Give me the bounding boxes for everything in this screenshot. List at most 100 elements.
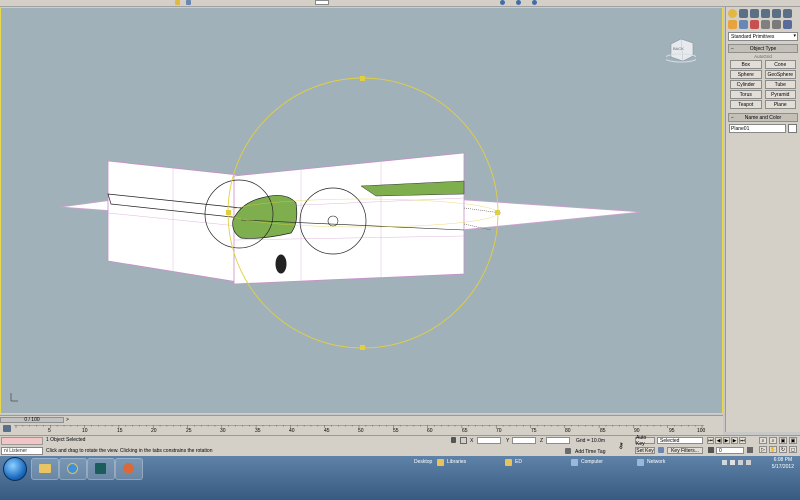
cylinder-button[interactable]: Cylinder <box>730 80 762 89</box>
autogrid-checkbox[interactable]: AutoGrid <box>726 54 800 59</box>
network-label: Network <box>647 459 666 465</box>
system-clock[interactable]: 6:08 PM 5/17/2012 <box>772 457 794 471</box>
geometry-icon[interactable] <box>728 20 737 29</box>
show-hidden-icons-icon[interactable] <box>722 460 727 465</box>
key-icon[interactable]: ⚷ <box>618 441 624 450</box>
x-coordinate-field[interactable] <box>477 437 501 444</box>
toolbar-icon[interactable] <box>516 0 521 5</box>
pyramid-button[interactable]: Pyramid <box>764 90 796 99</box>
shapes-icon[interactable] <box>739 20 748 29</box>
tube-button[interactable]: Tube <box>764 80 796 89</box>
box-button[interactable]: Box <box>730 60 762 69</box>
modify-tab-icon[interactable] <box>739 9 748 18</box>
object-color-swatch[interactable] <box>788 124 797 133</box>
flag-icon[interactable] <box>730 460 735 465</box>
go-to-start-icon[interactable]: ⏮ <box>707 437 714 444</box>
sphere-button[interactable]: Sphere <box>730 70 762 79</box>
object-name-field[interactable]: Plane01 <box>729 124 787 133</box>
zoom-extents-icon[interactable]: ▣ <box>779 437 787 444</box>
maximize-viewport-icon[interactable]: ◻ <box>789 446 797 453</box>
absolute-mode-icon[interactable] <box>460 437 467 444</box>
hierarchy-tab-icon[interactable] <box>750 9 759 18</box>
libraries-jumplist[interactable]: Libraries <box>437 456 466 468</box>
desktop-label: Desktop <box>414 459 433 465</box>
desktop-toolbar[interactable]: Desktop <box>414 456 432 468</box>
primitive-category-value: Standard Primitives <box>731 33 775 40</box>
collapse-icon: − <box>731 114 734 121</box>
volume-icon[interactable] <box>746 460 751 465</box>
perspective-viewport[interactable]: BACK <box>0 7 723 414</box>
geosphere-button[interactable]: GeoSphere <box>764 70 796 79</box>
helpers-icon[interactable] <box>772 20 781 29</box>
start-button[interactable] <box>3 457 27 481</box>
current-frame-field[interactable]: 0 <box>716 447 744 454</box>
y-coordinate-field[interactable] <box>512 437 536 444</box>
spacewarps-icon[interactable] <box>783 20 792 29</box>
tick-label: 65 <box>462 428 468 434</box>
motion-tab-icon[interactable] <box>761 9 770 18</box>
scene-svg <box>10 76 642 402</box>
add-time-tag[interactable]: Add Time Tag <box>575 449 605 455</box>
tick-label: 15 <box>117 428 123 434</box>
app-taskbar-button[interactable] <box>115 458 143 480</box>
toolbar-field[interactable] <box>315 0 329 5</box>
maxscript-listener[interactable]: ni Listener <box>1 447 43 455</box>
key-selection-dropdown[interactable]: Selected <box>657 437 703 444</box>
pan-icon[interactable]: ✋ <box>769 446 777 453</box>
ed-jumplist[interactable]: ED <box>505 456 522 468</box>
lock-icon[interactable] <box>451 437 456 443</box>
torus-button[interactable]: Torus <box>730 90 762 99</box>
tick-label: 30 <box>220 428 226 434</box>
user-folder-icon <box>505 458 512 466</box>
lights-icon[interactable] <box>750 20 759 29</box>
key-filters-button[interactable]: Key Filters... <box>667 447 703 454</box>
x-label: X <box>470 438 474 444</box>
previous-frame-icon[interactable]: ◀ <box>715 437 722 444</box>
display-tab-icon[interactable] <box>772 9 781 18</box>
toolbar-icon[interactable] <box>186 0 191 5</box>
name-color-rollout[interactable]: − Name and Color <box>728 113 798 122</box>
name-color-title: Name and Color <box>744 114 782 121</box>
tick-label: 55 <box>393 428 399 434</box>
computer-icon <box>571 458 578 466</box>
primitive-category-dropdown[interactable]: Standard Primitives ▾ <box>728 32 798 41</box>
go-to-end-icon[interactable]: ⏭ <box>739 437 746 444</box>
auto-key-button[interactable]: Auto Key <box>635 435 655 447</box>
cameras-icon[interactable] <box>761 20 770 29</box>
z-coordinate-field[interactable] <box>546 437 570 444</box>
computer-jumplist[interactable]: Computer <box>571 456 603 468</box>
explorer-taskbar-button[interactable] <box>31 458 59 480</box>
folder-icon <box>39 464 51 473</box>
plane-button[interactable]: Plane <box>764 100 796 109</box>
tick-label: 50 <box>358 428 364 434</box>
teapot-button[interactable]: Teapot <box>730 100 762 109</box>
time-configuration-icon[interactable] <box>747 447 753 453</box>
cone-button[interactable]: Cone <box>764 60 796 69</box>
3dsmax-taskbar-button[interactable] <box>87 458 115 480</box>
network-jumplist[interactable]: Network <box>637 456 665 468</box>
viewcube[interactable]: BACK <box>664 34 698 64</box>
object-type-rollout[interactable]: − Object Type <box>728 44 798 53</box>
tick-label: 35 <box>255 428 261 434</box>
create-tab-icon[interactable] <box>728 9 737 18</box>
next-frame-icon[interactable]: ▶ <box>731 437 738 444</box>
field-of-view-icon[interactable]: ▷ <box>759 446 767 453</box>
maxscript-mini-listener-top[interactable] <box>1 437 43 445</box>
mini-curve-editor-icon[interactable] <box>3 425 11 432</box>
default-tangent-icon[interactable] <box>658 447 664 453</box>
utilities-tab-icon[interactable] <box>783 9 792 18</box>
tick-label: 80 <box>565 428 571 434</box>
toolbar-icon[interactable] <box>532 0 537 5</box>
zoom-icon[interactable]: ⌕ <box>759 437 767 444</box>
orbit-icon[interactable]: ↻ <box>779 446 787 453</box>
set-key-button[interactable]: Set Key <box>635 447 655 454</box>
key-mode-toggle-icon[interactable] <box>708 447 714 453</box>
ie-taskbar-button[interactable] <box>59 458 87 480</box>
zoom-all-icon[interactable]: ⌕ <box>769 437 777 444</box>
toolbar-icon[interactable] <box>500 0 505 5</box>
zoom-extents-all-icon[interactable]: ▣ <box>789 437 797 444</box>
selection-status: 1 Object Selected <box>46 437 86 443</box>
play-icon[interactable]: ▶ <box>723 437 730 444</box>
network-tray-icon[interactable] <box>738 460 743 465</box>
toolbar-icon[interactable] <box>175 0 180 5</box>
